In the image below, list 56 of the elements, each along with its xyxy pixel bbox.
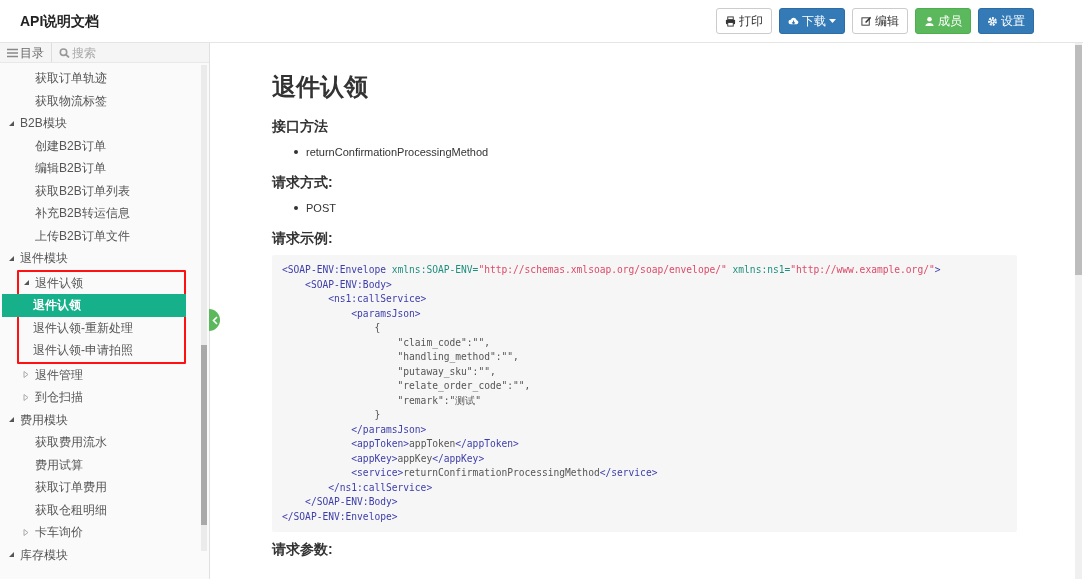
printer-icon [725, 15, 736, 27]
print-button[interactable]: 打印 [716, 8, 772, 34]
collapse-handle[interactable] [209, 309, 220, 331]
tree-item[interactable]: 退件认领 [19, 271, 184, 294]
tree-item[interactable]: 退件管理 [0, 363, 201, 386]
edit-icon [861, 15, 872, 27]
tree-item[interactable]: 上传B2B订单文件 [0, 224, 201, 247]
collapsed-triangle-icon[interactable] [23, 528, 29, 536]
download-button[interactable]: 下载 [779, 8, 845, 34]
tree-item[interactable]: 获取订单费用 [0, 476, 201, 499]
tree-item[interactable]: 编辑B2B订单 [0, 157, 201, 180]
section-heading: 请求示例: [272, 229, 334, 247]
collapsed-triangle-icon[interactable] [23, 371, 29, 379]
tree-item[interactable]: 获取物流标签 [0, 89, 201, 112]
scrollbar-thumb[interactable] [1075, 45, 1082, 275]
bullet-text: POST [306, 200, 336, 216]
tree-item[interactable]: 卡车询价 [0, 521, 201, 544]
bullet-icon [294, 150, 298, 154]
expanded-triangle-icon[interactable] [8, 254, 14, 262]
tree-item[interactable]: 补充B2B转运信息 [0, 202, 201, 225]
tree-item[interactable]: 退件认领-申请拍照 [2, 339, 186, 362]
chevron-left-icon [211, 315, 218, 325]
bullet-icon [294, 206, 298, 210]
section-heading: 请求参数: [272, 540, 334, 558]
tree-item[interactable]: 获取仓租明细 [0, 498, 201, 521]
tree-item[interactable]: B2B模块 [0, 112, 201, 135]
settings-button[interactable]: 设置 [978, 8, 1034, 34]
scrollbar-thumb[interactable] [201, 345, 207, 525]
tree-item[interactable]: 费用试算 [0, 453, 201, 476]
user-icon [924, 15, 935, 27]
tree-item[interactable]: 退件认领-重新处理 [2, 316, 186, 339]
collapsed-triangle-icon[interactable] [23, 393, 29, 401]
search-icon [59, 47, 70, 58]
cloud-download-icon [788, 15, 799, 27]
expanded-triangle-icon[interactable] [8, 416, 14, 424]
expanded-triangle-icon[interactable] [23, 279, 29, 287]
tree-item[interactable]: 获取订单轨迹 [0, 67, 201, 90]
expanded-triangle-icon[interactable] [8, 119, 14, 127]
gear-icon [987, 15, 998, 27]
toc-tab[interactable]: 目录 [0, 43, 52, 62]
tree-item[interactable]: 创建B2B订单 [0, 134, 201, 157]
expanded-triangle-icon[interactable] [8, 551, 14, 559]
section-heading: 请求方式: [272, 173, 334, 191]
tree-item[interactable]: 费用模块 [0, 408, 201, 431]
tree-item[interactable]: 退件模块 [0, 247, 201, 270]
tree-item[interactable]: 获取B2B订单列表 [0, 179, 201, 202]
code-block: <SOAP-ENV:Envelope xmlns:SOAP-ENV="http://schemas.xmlsoap.org/soap/envelope/" xmlns:ns1="http://www.example.org/"> <SOAP-ENV:Body> <ns1:callService> <paramsJson> { "claim_code":"", "handling_method":"", "putaway_sku":"", "relate_order_code":"", "remark":"测试" } </paramsJson> <appToken>appToken</appToken> <appKey>appKey</appKey> <service>returnConfirmationProcessingMethod</service> </ns1:callService> </SOAP-ENV:Body> </SOAP-ENV:Envelope> [272, 255, 1017, 532]
menu-icon [7, 47, 18, 58]
tree-item[interactable]: 到仓扫描 [0, 386, 201, 409]
tree-item[interactable]: 获取费用流水 [0, 431, 201, 454]
section-heading: 接口方法 [272, 117, 329, 135]
bullet-text: returnConfirmationProcessingMethod [306, 144, 489, 160]
tree-item[interactable]: 库存模块 [0, 543, 201, 566]
page-title: 退件认领 [272, 72, 369, 102]
app-title: API说明文档 [20, 11, 100, 31]
edit-button[interactable]: 编辑 [852, 8, 908, 34]
